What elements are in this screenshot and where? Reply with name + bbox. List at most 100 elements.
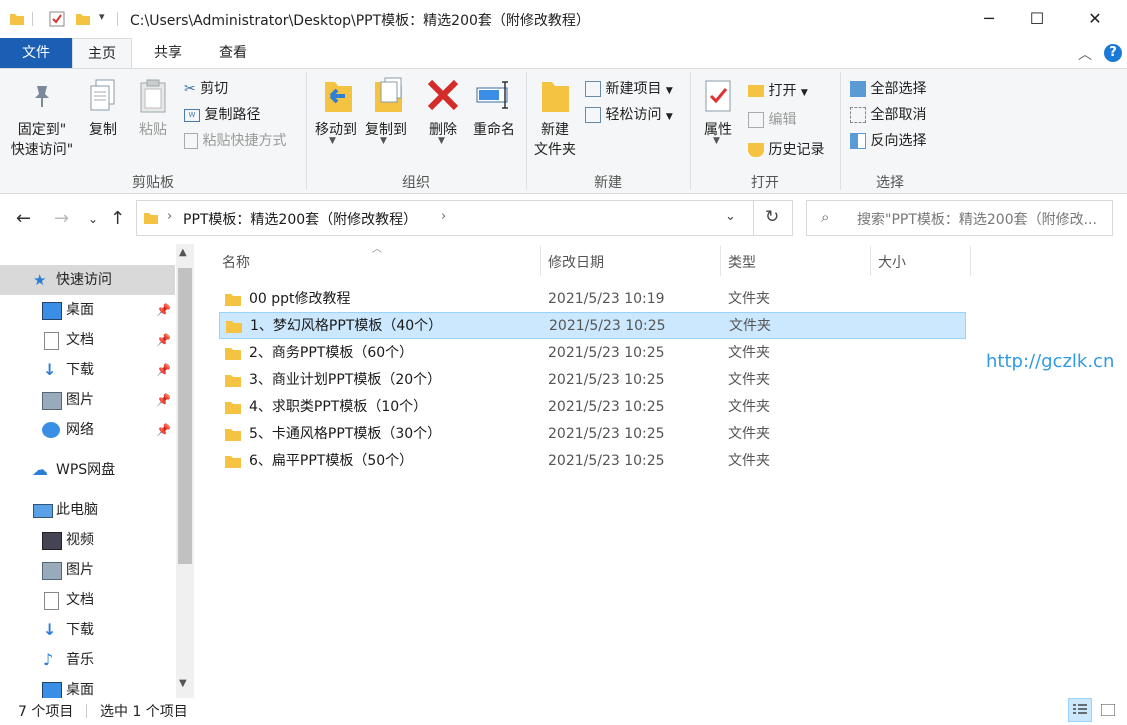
file-row[interactable]: 2、商务PPT模板（60个） 2021/5/23 10:25 文件夹 <box>219 340 966 367</box>
tab-home[interactable]: 主页 <box>72 38 132 68</box>
nav-label: 图片 <box>66 562 94 578</box>
group-label-clipboard: 剪贴板 <box>132 175 174 191</box>
scroll-down-icon[interactable]: ▼ <box>179 678 187 689</box>
scroll-up-icon[interactable]: ▲ <box>179 247 187 258</box>
select-all-button[interactable]: 全部选择 <box>850 78 926 98</box>
pin-icon[interactable]: 📌 <box>156 295 171 325</box>
new-folder-icon[interactable] <box>74 10 92 28</box>
nav-item-documents-pc[interactable]: 文档 <box>0 585 175 615</box>
breadcrumb-separator-icon[interactable]: › <box>441 209 446 224</box>
column-header-name[interactable]: 名称 <box>222 252 250 272</box>
chevron-down-icon[interactable]: ▼ <box>713 136 720 146</box>
invert-selection-button[interactable]: 反向选择 <box>850 130 926 150</box>
large-icons-view-button[interactable] <box>1096 698 1120 722</box>
column-divider[interactable] <box>540 246 541 276</box>
easy-access-button[interactable]: 轻松访问 ▼ <box>585 104 673 124</box>
search-box[interactable]: ⌕ 搜索"PPT模板：精选200套（附修改... <box>806 200 1113 236</box>
watermark-text: http://gczlk.cn <box>986 351 1115 372</box>
new-item-button[interactable]: 新建项目 ▼ <box>585 78 673 98</box>
customize-quick-access-icon[interactable]: ▾ <box>99 10 105 23</box>
nav-item-desktop[interactable]: 桌面 📌 <box>0 295 175 325</box>
pin-icon[interactable]: 📌 <box>156 385 171 415</box>
column-header-date[interactable]: 修改日期 <box>548 252 604 272</box>
file-name: 3、商业计划PPT模板（20个） <box>249 372 442 388</box>
file-row[interactable]: 5、卡通风格PPT模板（30个） 2021/5/23 10:25 文件夹 <box>219 421 966 448</box>
pin-icon[interactable]: 📌 <box>156 355 171 385</box>
nav-item-desktop-pc[interactable]: 桌面 <box>0 675 175 698</box>
new-folder-button[interactable]: 新建 文件夹 <box>530 120 580 160</box>
desktop-icon <box>42 682 62 698</box>
details-view-button[interactable] <box>1068 698 1092 722</box>
chevron-down-icon[interactable]: ▼ <box>380 136 387 146</box>
folder-icon <box>225 348 241 360</box>
nav-item-downloads[interactable]: ↓ 下载 📌 <box>0 355 175 385</box>
pin-icon[interactable]: 📌 <box>156 415 171 445</box>
copy-button[interactable]: 复制 <box>84 120 122 140</box>
picture-icon <box>42 562 62 580</box>
file-row[interactable]: 6、扁平PPT模板（50个） 2021/5/23 10:25 文件夹 <box>219 448 966 475</box>
column-divider[interactable] <box>870 246 871 276</box>
cut-button[interactable]: ✂ 剪切 <box>184 78 228 98</box>
column-divider[interactable] <box>720 246 721 276</box>
close-button[interactable]: ✕ <box>1072 0 1118 38</box>
properties-icon[interactable] <box>48 10 66 28</box>
nav-item-downloads-pc[interactable]: ↓ 下载 <box>0 615 175 645</box>
tab-file[interactable]: 文件 <box>0 38 72 68</box>
pin-icon[interactable]: 📌 <box>156 325 171 355</box>
collapse-ribbon-icon[interactable]: ︿ <box>1078 44 1092 64</box>
help-icon[interactable]: ? <box>1104 44 1122 62</box>
paste-button[interactable]: 粘贴 <box>134 120 172 140</box>
address-bar[interactable]: › PPT模板：精选200套（附修改教程） › ⌄ ↻ <box>136 200 793 236</box>
column-header-size[interactable]: 大小 <box>878 252 906 272</box>
delete-icon <box>427 79 459 111</box>
search-input[interactable]: 搜索"PPT模板：精选200套（附修改... <box>857 209 1097 229</box>
copy-path-button[interactable]: W 复制路径 <box>184 104 260 124</box>
refresh-icon[interactable]: ↻ <box>765 207 779 227</box>
forward-button[interactable]: → <box>54 208 69 229</box>
file-date: 2021/5/23 10:25 <box>548 345 665 361</box>
move-to-button[interactable]: 移动到 <box>312 120 360 140</box>
minimize-button[interactable]: ─ <box>966 0 1012 38</box>
history-button[interactable]: 历史记录 <box>748 139 824 159</box>
maximize-button[interactable]: ☐ <box>1014 0 1060 38</box>
chevron-down-icon[interactable]: ▼ <box>329 136 336 146</box>
edit-button[interactable]: 编辑 <box>748 109 796 129</box>
up-button[interactable]: ↑ <box>110 208 125 229</box>
folder-icon <box>225 294 241 306</box>
nav-item-videos[interactable]: 视频 <box>0 525 175 555</box>
paste-shortcut-button[interactable]: 粘贴快捷方式 <box>184 130 286 150</box>
video-icon <box>42 532 62 550</box>
rename-button[interactable]: 重命名 <box>470 120 518 140</box>
breadcrumb[interactable]: PPT模板：精选200套（附修改教程） <box>183 209 417 229</box>
column-header-type[interactable]: 类型 <box>728 252 756 272</box>
nav-item-pictures[interactable]: 图片 📌 <box>0 385 175 415</box>
nav-item-network[interactable]: 网络 📌 <box>0 415 175 445</box>
chevron-down-icon[interactable]: ▼ <box>438 136 445 146</box>
select-none-button[interactable]: 全部取消 <box>850 104 926 124</box>
open-button[interactable]: 打开 ▼ <box>748 80 808 100</box>
pin-quick-access-button[interactable]: 固定到" 快速访问" <box>4 120 80 160</box>
back-button[interactable]: ← <box>16 208 31 229</box>
nav-item-documents[interactable]: 文档 📌 <box>0 325 175 355</box>
file-row[interactable]: 3、商业计划PPT模板（20个） 2021/5/23 10:25 文件夹 <box>219 367 966 394</box>
picture-icon <box>42 392 62 410</box>
tab-share[interactable]: 共享 <box>138 38 198 68</box>
scrollbar-thumb[interactable] <box>178 268 192 564</box>
chevron-down-icon: ▼ <box>665 86 673 96</box>
file-row[interactable]: 00 ppt修改教程 2021/5/23 10:19 文件夹 <box>219 286 966 313</box>
nav-label: 文档 <box>66 592 94 608</box>
nav-item-this-pc[interactable]: 此电脑 <box>0 495 175 525</box>
nav-item-pictures-pc[interactable]: 图片 <box>0 555 175 585</box>
tab-view[interactable]: 查看 <box>203 38 263 68</box>
address-history-chevron-icon[interactable]: ⌄ <box>725 209 736 224</box>
file-row-selected[interactable]: 1、梦幻风格PPT模板（40个） 2021/5/23 10:25 文件夹 <box>219 312 966 339</box>
nav-item-quick-access[interactable]: ★ 快速访问 <box>0 265 175 295</box>
nav-item-wps-cloud[interactable]: ☁ WPS网盘 <box>0 455 175 485</box>
file-row[interactable]: 4、求职类PPT模板（10个） 2021/5/23 10:25 文件夹 <box>219 394 966 421</box>
status-bar: 7 个项目 选中 1 个项目 <box>0 698 1127 725</box>
nav-item-music[interactable]: ♪ 音乐 <box>0 645 175 675</box>
select-all-label: 全部选择 <box>870 81 927 97</box>
nav-label: 快速访问 <box>56 272 112 288</box>
recent-locations-icon[interactable]: ⌄ <box>88 212 98 226</box>
column-divider[interactable] <box>970 246 971 276</box>
